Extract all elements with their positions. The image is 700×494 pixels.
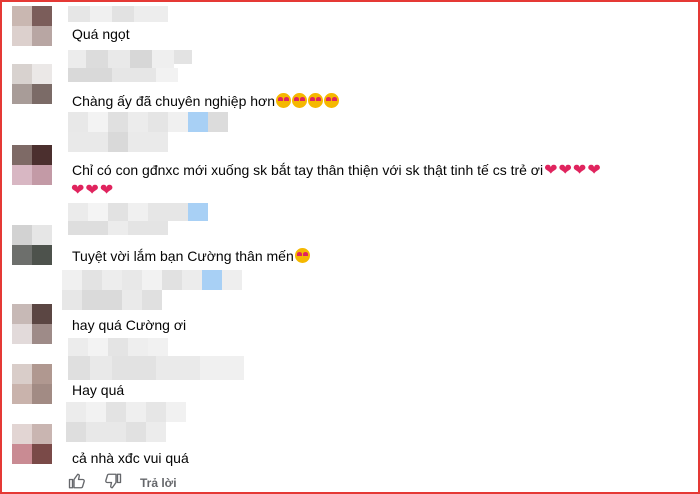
heart-eyes-emoji bbox=[324, 93, 339, 108]
smiling-face-with-hearts-emoji bbox=[294, 248, 310, 263]
reply-button[interactable]: Trả lời bbox=[140, 476, 177, 490]
commenter-name-blurred[interactable] bbox=[68, 50, 198, 82]
heart-emoji: ❤ bbox=[558, 162, 572, 179]
comment-text: Quá ngọt bbox=[72, 26, 130, 42]
avatar[interactable] bbox=[12, 6, 52, 46]
thumbs-up-icon bbox=[68, 473, 85, 489]
commenter-name-blurred[interactable] bbox=[68, 203, 228, 235]
avatar[interactable] bbox=[12, 304, 52, 344]
comment-text: Chàng ấy đã chuyên nghiệp hơn bbox=[72, 93, 339, 109]
commenter-name-blurred[interactable] bbox=[62, 270, 242, 310]
heart-eyes-emoji bbox=[292, 93, 307, 108]
thumbs-down-icon bbox=[105, 473, 122, 489]
heart-emoji: ❤ bbox=[544, 162, 558, 179]
like-button[interactable] bbox=[68, 472, 86, 492]
comment-text: Tuyệt vời lắm bạn Cường thân mến bbox=[72, 248, 310, 264]
heart-emoji: ❤ bbox=[99, 182, 114, 199]
commenter-name-blurred[interactable] bbox=[66, 402, 190, 442]
heart-emoji: ❤ bbox=[587, 162, 601, 179]
heart-emoji: ❤ bbox=[572, 162, 587, 179]
avatar[interactable] bbox=[12, 145, 52, 185]
comment-list: Quá ngọt Chàng ấy đã chuyên nghiệp hơn C… bbox=[0, 0, 700, 494]
heart-eyes-emoji bbox=[276, 93, 291, 108]
heart-eyes-emoji bbox=[308, 93, 323, 108]
commenter-name-blurred[interactable] bbox=[68, 338, 250, 380]
avatar[interactable] bbox=[12, 225, 52, 265]
avatar[interactable] bbox=[12, 364, 52, 404]
comment-text: hay quá Cường ơi bbox=[72, 317, 187, 333]
commenter-name-blurred[interactable] bbox=[68, 112, 228, 152]
commenter-name-blurred[interactable] bbox=[68, 6, 168, 22]
comment-text-continued: ❤❤❤ bbox=[70, 182, 114, 199]
comment-actions: Trả lời bbox=[68, 472, 177, 492]
avatar[interactable] bbox=[12, 64, 52, 104]
heart-emoji: ❤ bbox=[71, 182, 85, 199]
comment-text: Chỉ có con gđnxc mới xuống sk bắt tay th… bbox=[72, 162, 601, 179]
dislike-button[interactable] bbox=[104, 472, 122, 492]
heart-emoji: ❤ bbox=[85, 182, 99, 199]
comment-text: cả nhà xđc vui quá bbox=[72, 450, 189, 466]
avatar[interactable] bbox=[12, 424, 52, 464]
comment-text: Hay quá bbox=[72, 382, 125, 398]
